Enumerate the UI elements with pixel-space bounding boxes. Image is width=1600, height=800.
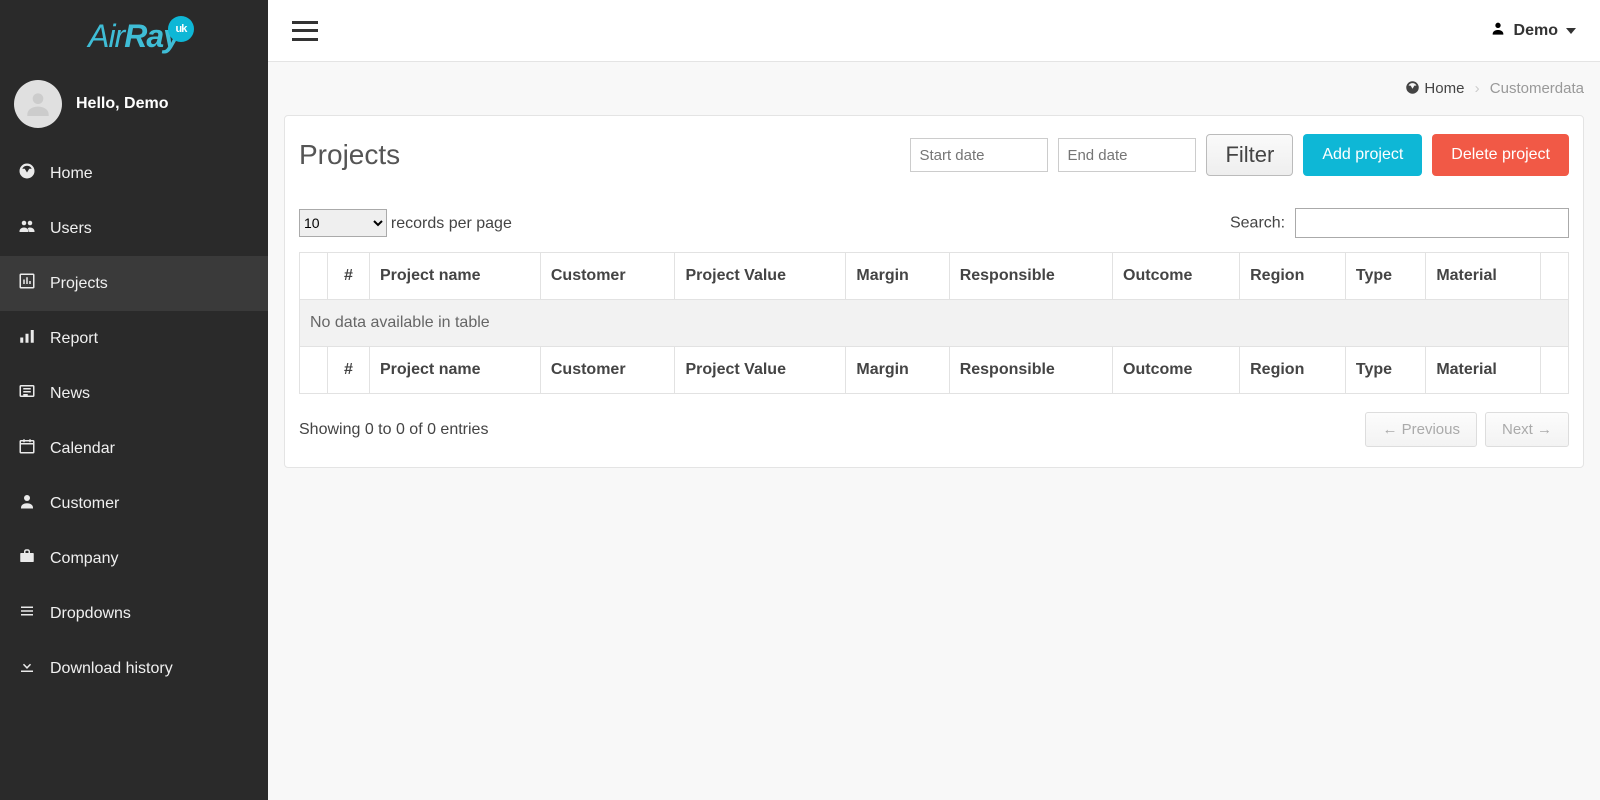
search-label: Search:: [1230, 215, 1285, 232]
sidebar-nav: Home Users Projects Report News Calendar…: [0, 146, 268, 696]
sidebar-item-download-history[interactable]: Download history: [0, 641, 268, 696]
start-date-input[interactable]: [910, 138, 1048, 172]
table-footer: Outcome: [1113, 347, 1240, 394]
main-content: Home › Customerdata Projects Filter Add …: [268, 62, 1600, 484]
search-control: Search:: [1230, 208, 1569, 238]
sidebar-item-label: Home: [50, 165, 93, 183]
sidebar-item-users[interactable]: Users: [0, 201, 268, 256]
sidebar-item-customer[interactable]: Customer: [0, 476, 268, 531]
table-footer: Type: [1345, 347, 1425, 394]
sidebar-item-label: Calendar: [50, 440, 115, 458]
breadcrumb: Home › Customerdata: [284, 62, 1584, 115]
table-footer: #: [328, 347, 370, 394]
delete-project-button[interactable]: Delete project: [1432, 134, 1569, 176]
table-footer: Margin: [846, 347, 949, 394]
sidebar-user-block: Hello, Demo: [0, 72, 268, 146]
table-empty-text: No data available in table: [300, 300, 1569, 347]
add-project-button[interactable]: Add project: [1303, 134, 1422, 176]
table-footer: Region: [1240, 347, 1346, 394]
calendar-icon: [18, 437, 36, 460]
table-info: Showing 0 to 0 of 0 entries: [299, 421, 488, 439]
table-header[interactable]: Responsible: [949, 253, 1112, 300]
signal-icon: [18, 327, 36, 350]
sidebar: AirRayuk Hello, Demo Home Users Projects…: [0, 0, 268, 800]
breadcrumb-current: Customerdata: [1490, 80, 1584, 97]
sidebar-item-label: Customer: [50, 495, 119, 513]
pagination: ← Previous Next →: [1365, 412, 1569, 447]
breadcrumb-separator: ›: [1469, 80, 1486, 97]
sidebar-item-label: Users: [50, 220, 92, 238]
sidebar-item-report[interactable]: Report: [0, 311, 268, 366]
sidebar-item-label: Report: [50, 330, 98, 348]
table-footer: Project Value: [675, 347, 846, 394]
table-header[interactable]: Customer: [540, 253, 675, 300]
sidebar-item-label: Projects: [50, 275, 108, 293]
topbar: Demo: [268, 0, 1600, 62]
table-header[interactable]: Margin: [846, 253, 949, 300]
user-icon: [1490, 20, 1506, 41]
brand-logo[interactable]: AirRayuk: [0, 0, 268, 72]
chevron-down-icon: [1566, 28, 1576, 34]
breadcrumb-home[interactable]: Home: [1405, 80, 1468, 97]
sidebar-item-calendar[interactable]: Calendar: [0, 421, 268, 476]
table-empty-row: No data available in table: [300, 300, 1569, 347]
breadcrumb-home-label: Home: [1424, 80, 1464, 97]
sidebar-item-label: Company: [50, 550, 118, 568]
dashboard-icon: [1405, 80, 1420, 95]
table-footer: Customer: [540, 347, 675, 394]
users-icon: [18, 217, 36, 240]
user-menu[interactable]: Demo: [1490, 20, 1576, 41]
sidebar-item-news[interactable]: News: [0, 366, 268, 421]
person-icon: [18, 492, 36, 515]
table-header-row: # Project name Customer Project Value Ma…: [300, 253, 1569, 300]
page-length-select[interactable]: 10: [299, 209, 387, 237]
sidebar-item-company[interactable]: Company: [0, 531, 268, 586]
table-footer: Material: [1426, 347, 1541, 394]
table-header[interactable]: Region: [1240, 253, 1346, 300]
table-footer: Project name: [370, 347, 541, 394]
page-length-label: records per page: [391, 215, 512, 232]
sidebar-item-home[interactable]: Home: [0, 146, 268, 201]
avatar[interactable]: [14, 80, 62, 128]
sidebar-item-label: Download history: [50, 660, 173, 678]
search-input[interactable]: [1295, 208, 1569, 238]
projects-panel: Projects Filter Add project Delete proje…: [284, 115, 1584, 468]
brand-badge: uk: [168, 16, 194, 42]
table-header[interactable]: Material: [1426, 253, 1541, 300]
table-header[interactable]: Project name: [370, 253, 541, 300]
download-icon: [18, 657, 36, 680]
sidebar-item-label: Dropdowns: [50, 605, 131, 623]
briefcase-icon: [18, 547, 36, 570]
barchart-icon: [18, 272, 36, 295]
user-menu-name: Demo: [1514, 22, 1558, 40]
table-header[interactable]: Project Value: [675, 253, 846, 300]
menu-toggle-icon[interactable]: [292, 21, 318, 41]
next-page-button[interactable]: Next →: [1485, 412, 1569, 447]
dashboard-icon: [18, 162, 36, 185]
prev-page-button[interactable]: ← Previous: [1365, 412, 1477, 447]
page-actions: Filter Add project Delete project: [910, 134, 1569, 176]
projects-table: # Project name Customer Project Value Ma…: [299, 252, 1569, 394]
sidebar-item-dropdowns[interactable]: Dropdowns: [0, 586, 268, 641]
page-title: Projects: [299, 139, 400, 171]
table-header[interactable]: Outcome: [1113, 253, 1240, 300]
table-header[interactable]: [1541, 253, 1569, 300]
table-header[interactable]: #: [328, 253, 370, 300]
table-header[interactable]: [300, 253, 328, 300]
page-length-control: 10 records per page: [299, 209, 512, 237]
table-footer: [300, 347, 328, 394]
sidebar-item-projects[interactable]: Projects: [0, 256, 268, 311]
news-icon: [18, 382, 36, 405]
table-footer: [1541, 347, 1569, 394]
user-greeting: Hello, Demo: [76, 95, 168, 113]
filter-button[interactable]: Filter: [1206, 134, 1293, 176]
list-icon: [18, 602, 36, 625]
table-footer: Responsible: [949, 347, 1112, 394]
table-header[interactable]: Type: [1345, 253, 1425, 300]
table-footer-row: # Project name Customer Project Value Ma…: [300, 347, 1569, 394]
sidebar-item-label: News: [50, 385, 90, 403]
end-date-input[interactable]: [1058, 138, 1196, 172]
